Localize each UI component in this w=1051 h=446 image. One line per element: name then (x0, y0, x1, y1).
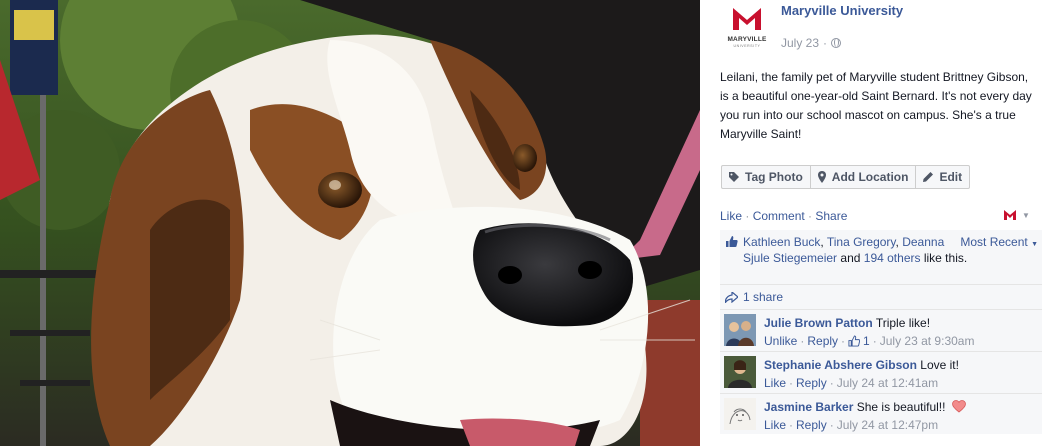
comment-body: Julie Brown Patton Triple like! (764, 315, 1042, 331)
logo-subtext: UNIVERSITY (733, 44, 761, 48)
page-logo[interactable]: MARYVILLE UNIVERSITY (725, 2, 769, 50)
share-link[interactable]: Share (815, 209, 847, 223)
chevron-down-icon: ▼ (1022, 211, 1030, 220)
comment-time[interactable]: July 24 at 12:41am (837, 375, 938, 391)
likes-summary: Kathleen Buck, Tina Gregory, Deanna Sjul… (720, 230, 1042, 285)
commenter-avatar[interactable] (724, 314, 756, 346)
comment-time[interactable]: July 24 at 12:47pm (837, 417, 938, 433)
pencil-icon (923, 172, 934, 182)
comment-text: Triple like! (875, 316, 931, 330)
comment-reply-link[interactable]: Reply (796, 375, 827, 391)
ufi-separator: · (742, 209, 753, 223)
likes-tail: like this. (923, 251, 968, 265)
comment-sort-label: Most Recent (960, 235, 1028, 249)
chevron-down-icon: ▼ (1031, 241, 1038, 248)
comment-sort-dropdown[interactable]: Most Recent ▼ (960, 235, 1038, 249)
edit-label: Edit (939, 170, 963, 184)
photo-action-bar: Tag Photo Add Location Edit (721, 165, 971, 189)
saint-bernard-photo (0, 0, 700, 446)
comment-link[interactable]: Comment (753, 209, 805, 223)
avatar-photo (724, 398, 756, 430)
globe-icon[interactable] (831, 38, 842, 48)
post-meta: July 23 · (781, 36, 842, 50)
actor-selector[interactable]: ▼ (1002, 208, 1030, 222)
post-caption: Leilani, the family pet of Maryville stu… (720, 70, 1032, 141)
comment-body: Jasmine Barker She is beautiful!! (764, 399, 1042, 415)
add-location-label: Add Location (831, 170, 909, 184)
liker-link[interactable]: Kathleen Buck (743, 235, 820, 249)
post-header: MARYVILLE UNIVERSITY Maryville Universit… (725, 2, 1045, 52)
page-name-link[interactable]: Maryville University (781, 3, 903, 18)
comment-unlike-link[interactable]: Unlike (764, 333, 797, 349)
like-link[interactable]: Like (720, 209, 742, 223)
share-arrow-icon (725, 292, 738, 303)
likes-and: and (840, 251, 861, 265)
ufi-separator: · (804, 209, 816, 223)
shares-row[interactable]: 1 share (720, 285, 1042, 310)
liker-link[interactable]: Tina Gregory (827, 235, 896, 249)
comment-like-count[interactable]: 1 (863, 333, 870, 349)
post-date[interactable]: July 23 (781, 36, 819, 50)
tag-photo-label: Tag Photo (745, 170, 803, 184)
logo-wordmark: MARYVILLE (727, 36, 767, 43)
comment-item: Julie Brown Patton Triple like! Unlike · … (720, 310, 1042, 352)
comment-text: Love it! (920, 358, 959, 372)
avatar-photo (724, 356, 756, 388)
comment-time[interactable]: July 23 at 9:30am (880, 333, 975, 349)
commenter-avatar[interactable] (724, 398, 756, 430)
comment-author[interactable]: Julie Brown Patton (764, 316, 873, 330)
ufi-container: Kathleen Buck, Tina Gregory, Deanna Sjul… (720, 230, 1042, 434)
comment-meta: Like · Reply · July 24 at 12:47pm (764, 417, 939, 433)
tag-icon (729, 172, 739, 182)
comment-like-link[interactable]: Like (764, 375, 786, 391)
ufi-action-links: Like · Comment · Share (720, 209, 847, 223)
share-count: 1 share (743, 290, 784, 304)
post-photo[interactable] (0, 0, 700, 446)
comment-item: Jasmine Barker She is beautiful!! Like · … (720, 394, 1042, 434)
location-pin-icon (817, 171, 826, 183)
post-detail-panel: MARYVILLE UNIVERSITY Maryville Universit… (700, 0, 1051, 446)
comment-text: She is beautiful!! (856, 400, 946, 414)
maryville-m-logo-icon (725, 2, 769, 38)
maryville-m-small-icon (1004, 210, 1016, 220)
comment-body: Stephanie Abshere Gibson Love it! (764, 357, 1042, 373)
comment-like-link[interactable]: Like (764, 417, 786, 433)
comment-meta: Like · Reply · July 24 at 12:41am (764, 375, 939, 391)
comment-reply-link[interactable]: Reply (796, 417, 827, 433)
comment-author[interactable]: Jasmine Barker (764, 400, 853, 414)
meta-separator: · (823, 36, 828, 50)
edit-button[interactable]: Edit (915, 165, 971, 189)
add-location-button[interactable]: Add Location (809, 165, 916, 189)
comment-item: Stephanie Abshere Gibson Love it! Like · … (720, 352, 1042, 394)
comment-reply-link[interactable]: Reply (807, 333, 838, 349)
comment-author[interactable]: Stephanie Abshere Gibson (764, 358, 917, 372)
thumbs-up-icon (848, 335, 861, 347)
others-likers-link[interactable]: 194 others (864, 251, 921, 265)
heart-icon (951, 400, 966, 413)
comment-meta: Unlike · Reply · 1 · July 23 at 9:30am (764, 333, 975, 349)
commenter-avatar[interactable] (724, 356, 756, 388)
tag-photo-button[interactable]: Tag Photo (721, 165, 810, 189)
thumbs-up-icon (726, 236, 738, 247)
avatar-photo (724, 314, 756, 346)
likes-sentence: Kathleen Buck, Tina Gregory, Deanna Sjul… (743, 235, 968, 265)
